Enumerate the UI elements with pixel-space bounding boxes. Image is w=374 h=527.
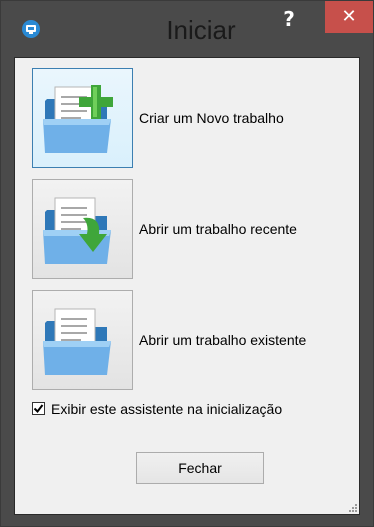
open-existing-label: Abrir um trabalho existente	[139, 332, 307, 348]
show-at-startup-label: Exibir este assistente na inicialização	[51, 401, 283, 417]
help-button[interactable]: ?	[269, 5, 309, 33]
window-title: Iniciar	[166, 15, 236, 45]
close-button[interactable]: Fechar	[136, 452, 264, 484]
title-bar[interactable]: Iniciar ? ✕	[1, 1, 373, 57]
new-document-folder-icon	[43, 85, 113, 153]
open-document-folder-icon	[43, 308, 111, 375]
resize-grip-icon[interactable]	[346, 501, 358, 513]
new-project-label: Criar um Novo trabalho	[139, 110, 284, 126]
dialog-content: Criar um Novo trabalho Abrir um trabalho…	[14, 57, 360, 515]
close-window-button[interactable]: ✕	[325, 1, 373, 33]
open-recent-label: Abrir um trabalho recente	[139, 221, 297, 237]
checkmark-icon	[33, 404, 44, 414]
start-dialog: Iniciar ? ✕ Criar um Novo trabalho Abrir…	[0, 0, 374, 527]
open-recent-button[interactable]	[32, 179, 133, 279]
app-logo-icon	[22, 20, 40, 38]
new-project-button[interactable]	[32, 68, 133, 168]
recent-document-folder-icon	[43, 197, 111, 264]
show-at-startup-checkbox[interactable]	[32, 402, 45, 415]
open-existing-button[interactable]	[32, 290, 133, 390]
